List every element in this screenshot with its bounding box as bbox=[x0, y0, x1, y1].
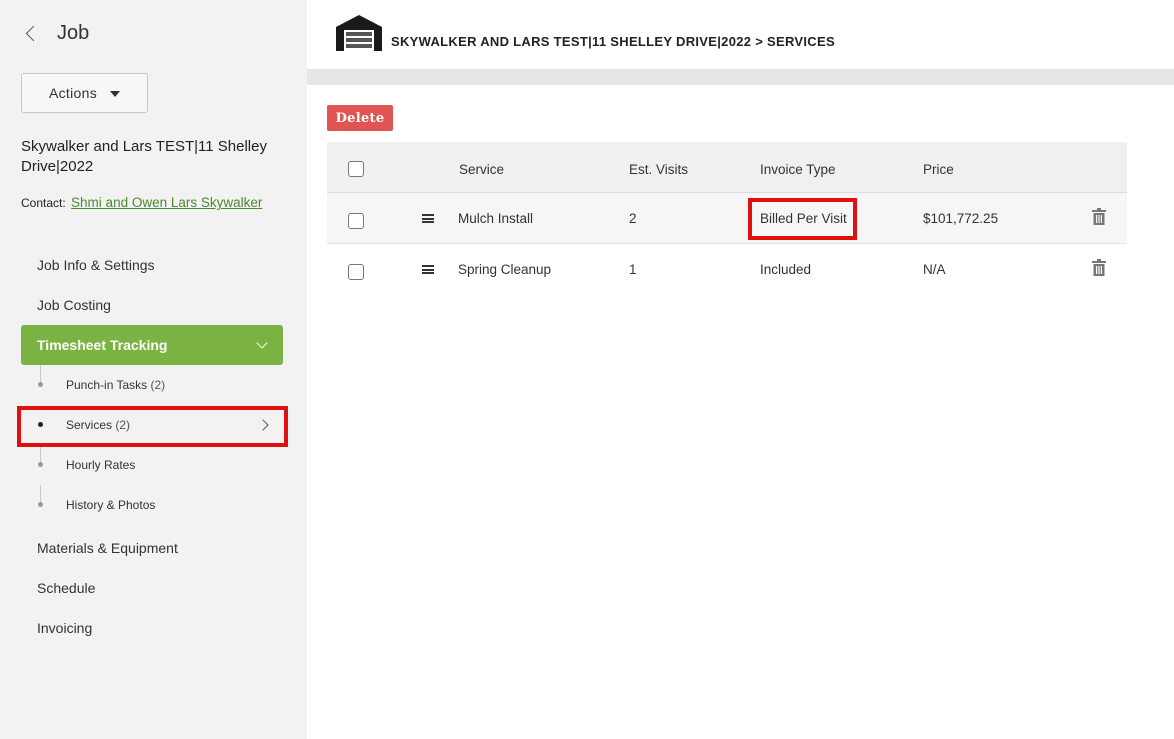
breadcrumb: SKYWALKER AND LARS TEST|11 SHELLEY DRIVE… bbox=[391, 34, 835, 49]
chevron-down-icon bbox=[256, 337, 268, 349]
row-checkbox[interactable] bbox=[348, 264, 364, 280]
nav-job-costing[interactable]: Job Costing bbox=[37, 297, 111, 313]
sidebar: Job Actions Skywalker and Lars TEST|11 S… bbox=[0, 0, 307, 739]
highlight-invoice-type bbox=[748, 198, 857, 240]
drag-handle-icon[interactable] bbox=[422, 265, 434, 274]
nav-schedule[interactable]: Schedule bbox=[37, 580, 95, 596]
back-chevron-icon bbox=[25, 25, 42, 42]
job-name: Skywalker and Lars TEST|11 Shelley Drive… bbox=[21, 138, 267, 175]
nav-job-info[interactable]: Job Info & Settings bbox=[37, 257, 155, 273]
sub-item-punch-in-tasks[interactable]: Punch-in Tasks (2) bbox=[66, 378, 165, 392]
cell-service: Mulch Install bbox=[458, 211, 534, 226]
actions-button[interactable]: Actions bbox=[21, 73, 148, 113]
select-all-checkbox[interactable] bbox=[348, 161, 364, 177]
nav-timesheet-label: Timesheet Tracking bbox=[37, 337, 168, 353]
tree-dot bbox=[38, 462, 43, 467]
cell-price: $101,772.25 bbox=[923, 211, 999, 226]
column-invoice-type: Invoice Type bbox=[760, 162, 836, 177]
table-row[interactable]: Mulch Install 2 Billed Per Visit $101,77… bbox=[327, 193, 1127, 244]
sidebar-title: Job bbox=[57, 22, 90, 44]
header-divider bbox=[307, 69, 1174, 85]
caret-down-icon bbox=[110, 91, 120, 97]
column-price: Price bbox=[923, 162, 954, 177]
cell-invoice-type: Included bbox=[760, 262, 812, 277]
back-button[interactable]: Job bbox=[25, 22, 90, 45]
house-icon bbox=[336, 15, 382, 51]
tree-dot bbox=[38, 502, 43, 507]
column-service: Service bbox=[459, 162, 505, 177]
contact-row: Contact: Shmi and Owen Lars Skywalker bbox=[21, 195, 262, 210]
nav-invoicing[interactable]: Invoicing bbox=[37, 620, 92, 636]
table-row[interactable]: Spring Cleanup 1 Included N/A bbox=[327, 244, 1127, 295]
nav-materials-equipment[interactable]: Materials & Equipment bbox=[37, 540, 178, 556]
sub-item-label: Punch-in Tasks bbox=[66, 378, 148, 392]
tree-dot bbox=[38, 382, 43, 387]
cell-price: N/A bbox=[923, 262, 946, 277]
table-header: Service Est. Visits Invoice Type Price bbox=[327, 142, 1127, 193]
actions-label: Actions bbox=[48, 85, 97, 101]
trash-icon[interactable] bbox=[1092, 208, 1106, 225]
drag-handle-icon[interactable] bbox=[422, 214, 434, 223]
cell-service: Spring Cleanup bbox=[458, 262, 552, 277]
delete-button[interactable]: Delete bbox=[327, 105, 393, 131]
contact-link[interactable]: Shmi and Owen Lars Skywalker bbox=[71, 195, 262, 210]
sub-item-history-photos[interactable]: History & Photos bbox=[66, 498, 155, 512]
trash-icon[interactable] bbox=[1092, 259, 1106, 276]
row-checkbox[interactable] bbox=[348, 213, 364, 229]
cell-est-visits: 1 bbox=[629, 262, 637, 277]
cell-est-visits: 2 bbox=[629, 211, 637, 226]
sub-item-hourly-rates[interactable]: Hourly Rates bbox=[66, 458, 135, 472]
sub-item-count: (2) bbox=[150, 378, 166, 392]
nav-timesheet-tracking[interactable]: Timesheet Tracking bbox=[21, 325, 283, 365]
column-est-visits: Est. Visits bbox=[629, 162, 689, 177]
contact-label: Contact: bbox=[21, 196, 66, 210]
highlight-services bbox=[17, 406, 288, 447]
